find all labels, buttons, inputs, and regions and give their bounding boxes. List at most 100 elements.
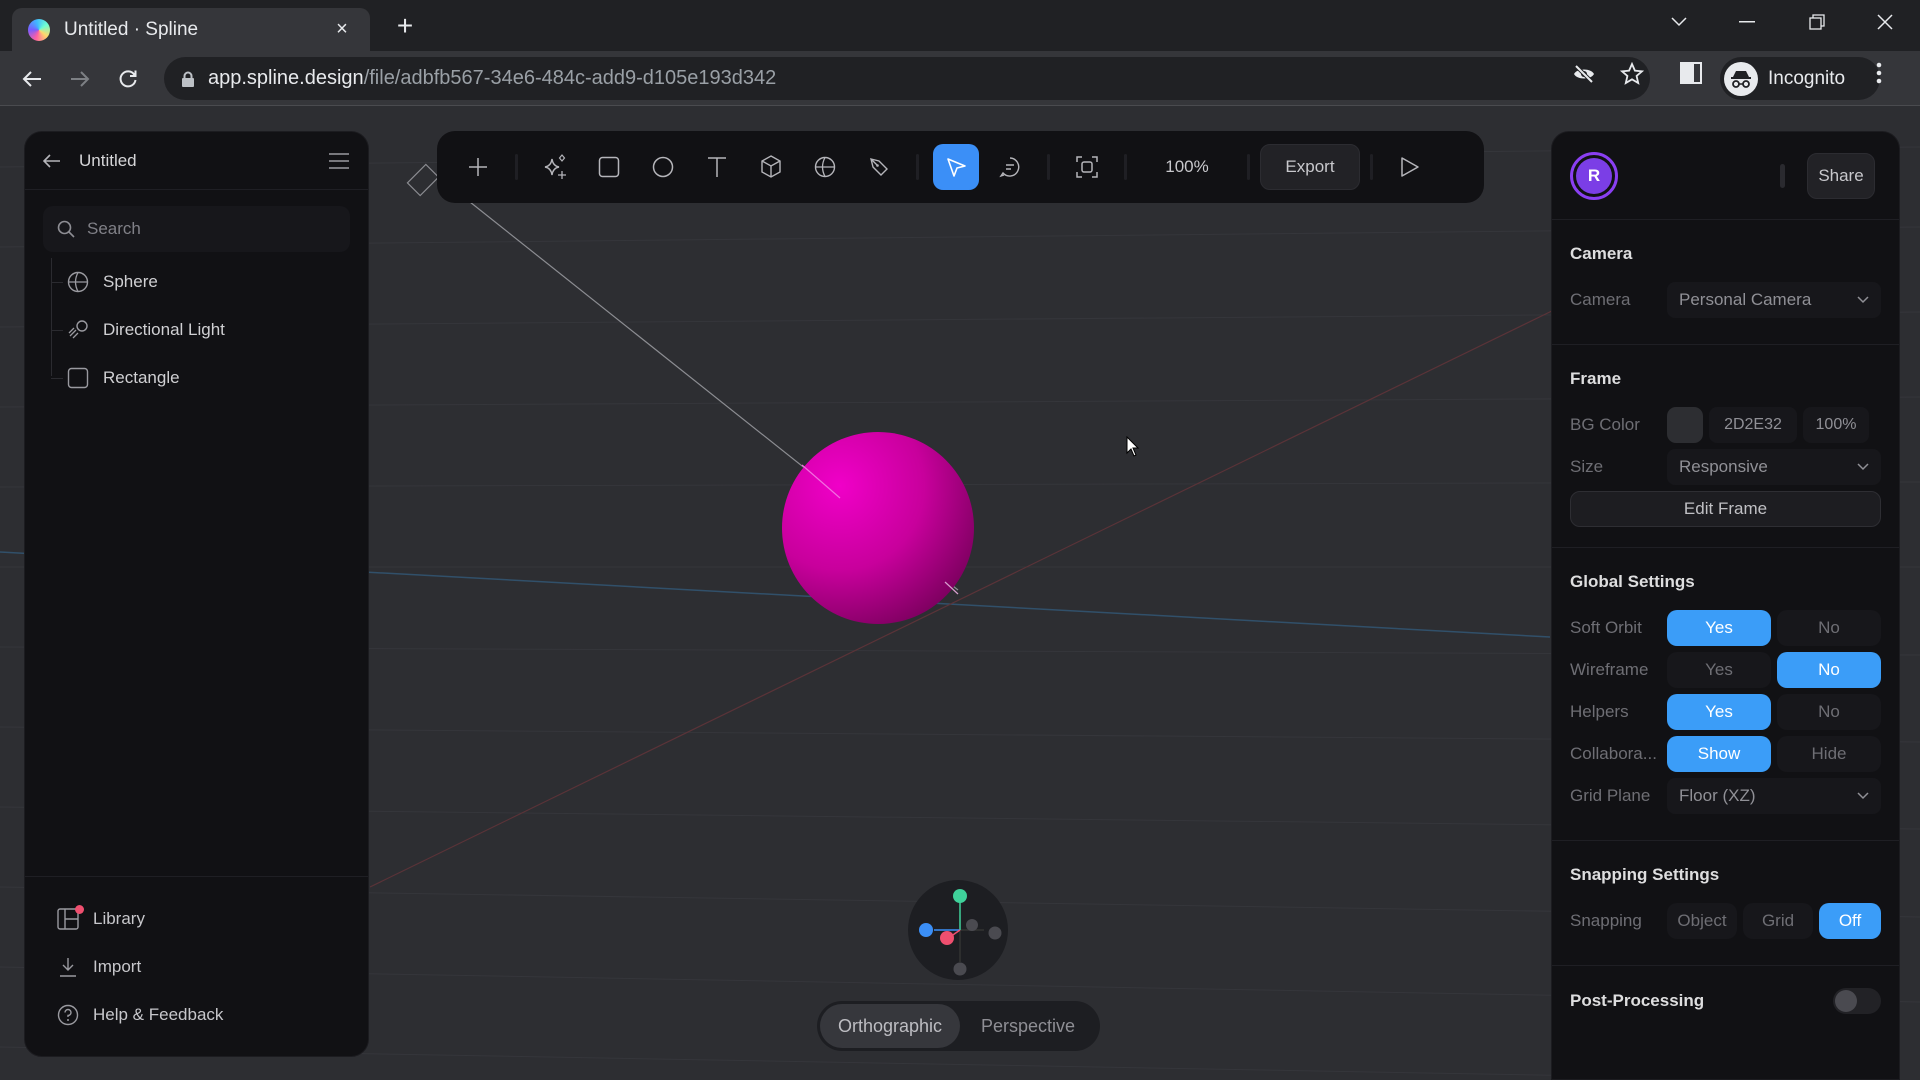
collaborators-label: Collabora... <box>1570 744 1657 763</box>
menu-icon[interactable] <box>328 152 350 170</box>
side-panel-icon <box>1680 62 1702 84</box>
reload-button[interactable] <box>112 63 144 95</box>
snapping-grid[interactable]: Grid <box>1743 903 1813 939</box>
sparkle-plus-icon <box>544 154 566 179</box>
close-window-button[interactable] <box>1850 0 1920 44</box>
lock-icon <box>182 71 194 87</box>
orthographic-button[interactable]: Orthographic <box>820 1004 960 1048</box>
tree-item-rectangle[interactable]: Rectangle <box>45 354 368 402</box>
import-label: Import <box>93 957 142 976</box>
minimize-button[interactable] <box>1712 0 1782 44</box>
user-avatar[interactable]: R <box>1570 151 1618 200</box>
text-tool-button[interactable] <box>694 144 740 190</box>
soft-orbit-toggle: Yes No <box>1667 610 1881 646</box>
cube-tool-button[interactable] <box>748 144 794 190</box>
camera-label: Camera <box>1570 290 1631 309</box>
wireframe-no[interactable]: No <box>1777 652 1881 688</box>
frame-focus-button[interactable] <box>1064 144 1110 190</box>
bg-color-hex-input[interactable]: 2D2E32 <box>1709 407 1797 443</box>
camera-select[interactable]: Personal Camera <box>1667 282 1881 318</box>
comment-tool-button[interactable] <box>987 144 1033 190</box>
side-panel-button[interactable] <box>1680 62 1704 86</box>
library-button[interactable]: Library <box>25 895 368 943</box>
import-button[interactable]: Import <box>25 943 368 991</box>
bg-color-swatch[interactable] <box>1667 407 1703 443</box>
edit-frame-button[interactable]: Edit Frame <box>1570 491 1881 527</box>
perspective-button[interactable]: Perspective <box>960 1004 1096 1048</box>
tree-item-label: Sphere <box>103 272 158 291</box>
sphere-icon <box>67 271 89 293</box>
divider-grip <box>1780 163 1785 188</box>
section-title: Post-Processing <box>1570 991 1705 1010</box>
notification-badge <box>75 905 84 914</box>
chevron-down-icon <box>1857 792 1869 800</box>
spline-favicon-icon <box>28 18 50 41</box>
search-input[interactable]: Search <box>43 206 350 252</box>
restore-button[interactable] <box>1782 0 1852 44</box>
file-name[interactable]: Untitled <box>79 151 328 171</box>
tree-item-label: Rectangle <box>103 368 180 387</box>
ai-generate-button[interactable] <box>532 144 578 190</box>
forward-button[interactable] <box>64 63 96 95</box>
orientation-gizmo[interactable] <box>908 880 1008 980</box>
browser-menu-button[interactable] <box>1876 62 1892 86</box>
section-title: Camera <box>1570 244 1633 263</box>
pen-tool-button[interactable] <box>856 144 902 190</box>
new-tab-button[interactable]: + <box>390 12 420 42</box>
help-feedback-button[interactable]: Help & Feedback <box>25 991 368 1039</box>
browser-tab[interactable]: Untitled · Spline × <box>12 8 370 51</box>
directional-light-icon <box>68 320 88 339</box>
minimize-icon <box>1739 21 1755 23</box>
soft-orbit-yes[interactable]: Yes <box>1667 610 1771 646</box>
sphere-tool-button[interactable] <box>802 144 848 190</box>
bg-opacity-input[interactable]: 100% <box>1803 407 1869 443</box>
play-button[interactable] <box>1387 144 1433 190</box>
reload-icon <box>119 70 137 88</box>
share-button[interactable]: Share <box>1807 152 1875 199</box>
chevron-down-icon <box>1671 17 1687 27</box>
profile-button[interactable]: Incognito <box>1720 57 1880 100</box>
switch-knob <box>1835 990 1857 1012</box>
collaborators-show[interactable]: Show <box>1667 736 1771 772</box>
arrow-right-icon <box>71 71 90 87</box>
helpers-yes[interactable]: Yes <box>1667 694 1771 730</box>
helpers-no[interactable]: No <box>1777 694 1881 730</box>
tree-item-sphere[interactable]: Sphere <box>45 258 368 306</box>
star-icon <box>1620 62 1644 85</box>
section-title: Snapping Settings <box>1570 865 1720 884</box>
wireframe-toggle: Yes No <box>1667 652 1881 688</box>
snapping-object[interactable]: Object <box>1667 903 1737 939</box>
size-select[interactable]: Responsive <box>1667 449 1881 485</box>
collaborators-hide[interactable]: Hide <box>1777 736 1881 772</box>
tab-close-button[interactable]: × <box>330 18 354 41</box>
axis-neg-y-handle <box>953 962 967 976</box>
post-processing-switch[interactable] <box>1833 988 1881 1014</box>
soft-orbit-no[interactable]: No <box>1777 610 1881 646</box>
tracking-protection-button[interactable] <box>1572 62 1596 86</box>
rectangle-tool-button[interactable] <box>586 144 632 190</box>
camera-section: Camera Camera Personal Camera <box>1552 220 1899 345</box>
snapping-off[interactable]: Off <box>1819 903 1881 939</box>
snapping-section: Snapping Settings Snapping Object Grid O… <box>1552 841 1899 966</box>
select-tool-button[interactable] <box>933 144 979 190</box>
text-tool-icon <box>708 157 726 177</box>
address-bar[interactable]: app.spline.design/file/adbfb567-34e6-484… <box>164 57 1650 100</box>
bookmark-button[interactable] <box>1620 62 1644 86</box>
export-button[interactable]: Export <box>1260 144 1360 190</box>
tree-item-directional-light[interactable]: Directional Light <box>45 306 368 354</box>
add-object-button[interactable] <box>455 144 501 190</box>
zoom-level[interactable]: 100% <box>1137 157 1237 177</box>
tool-bar: 100% Export <box>437 131 1484 203</box>
search-icon <box>57 220 75 238</box>
ellipse-tool-button[interactable] <box>640 144 686 190</box>
axis-y-handle <box>953 889 967 903</box>
back-button[interactable] <box>16 63 48 95</box>
axis-neg-z-handle <box>966 919 978 931</box>
tab-search-button[interactable] <box>1644 0 1714 44</box>
grid-plane-row: Grid Plane Floor (XZ) <box>1570 778 1881 814</box>
wireframe-yes[interactable]: Yes <box>1667 652 1771 688</box>
grid-plane-select[interactable]: Floor (XZ) <box>1667 778 1881 814</box>
back-arrow-icon[interactable] <box>43 153 61 168</box>
close-icon <box>1877 14 1893 30</box>
sphere-object[interactable] <box>780 430 976 626</box>
